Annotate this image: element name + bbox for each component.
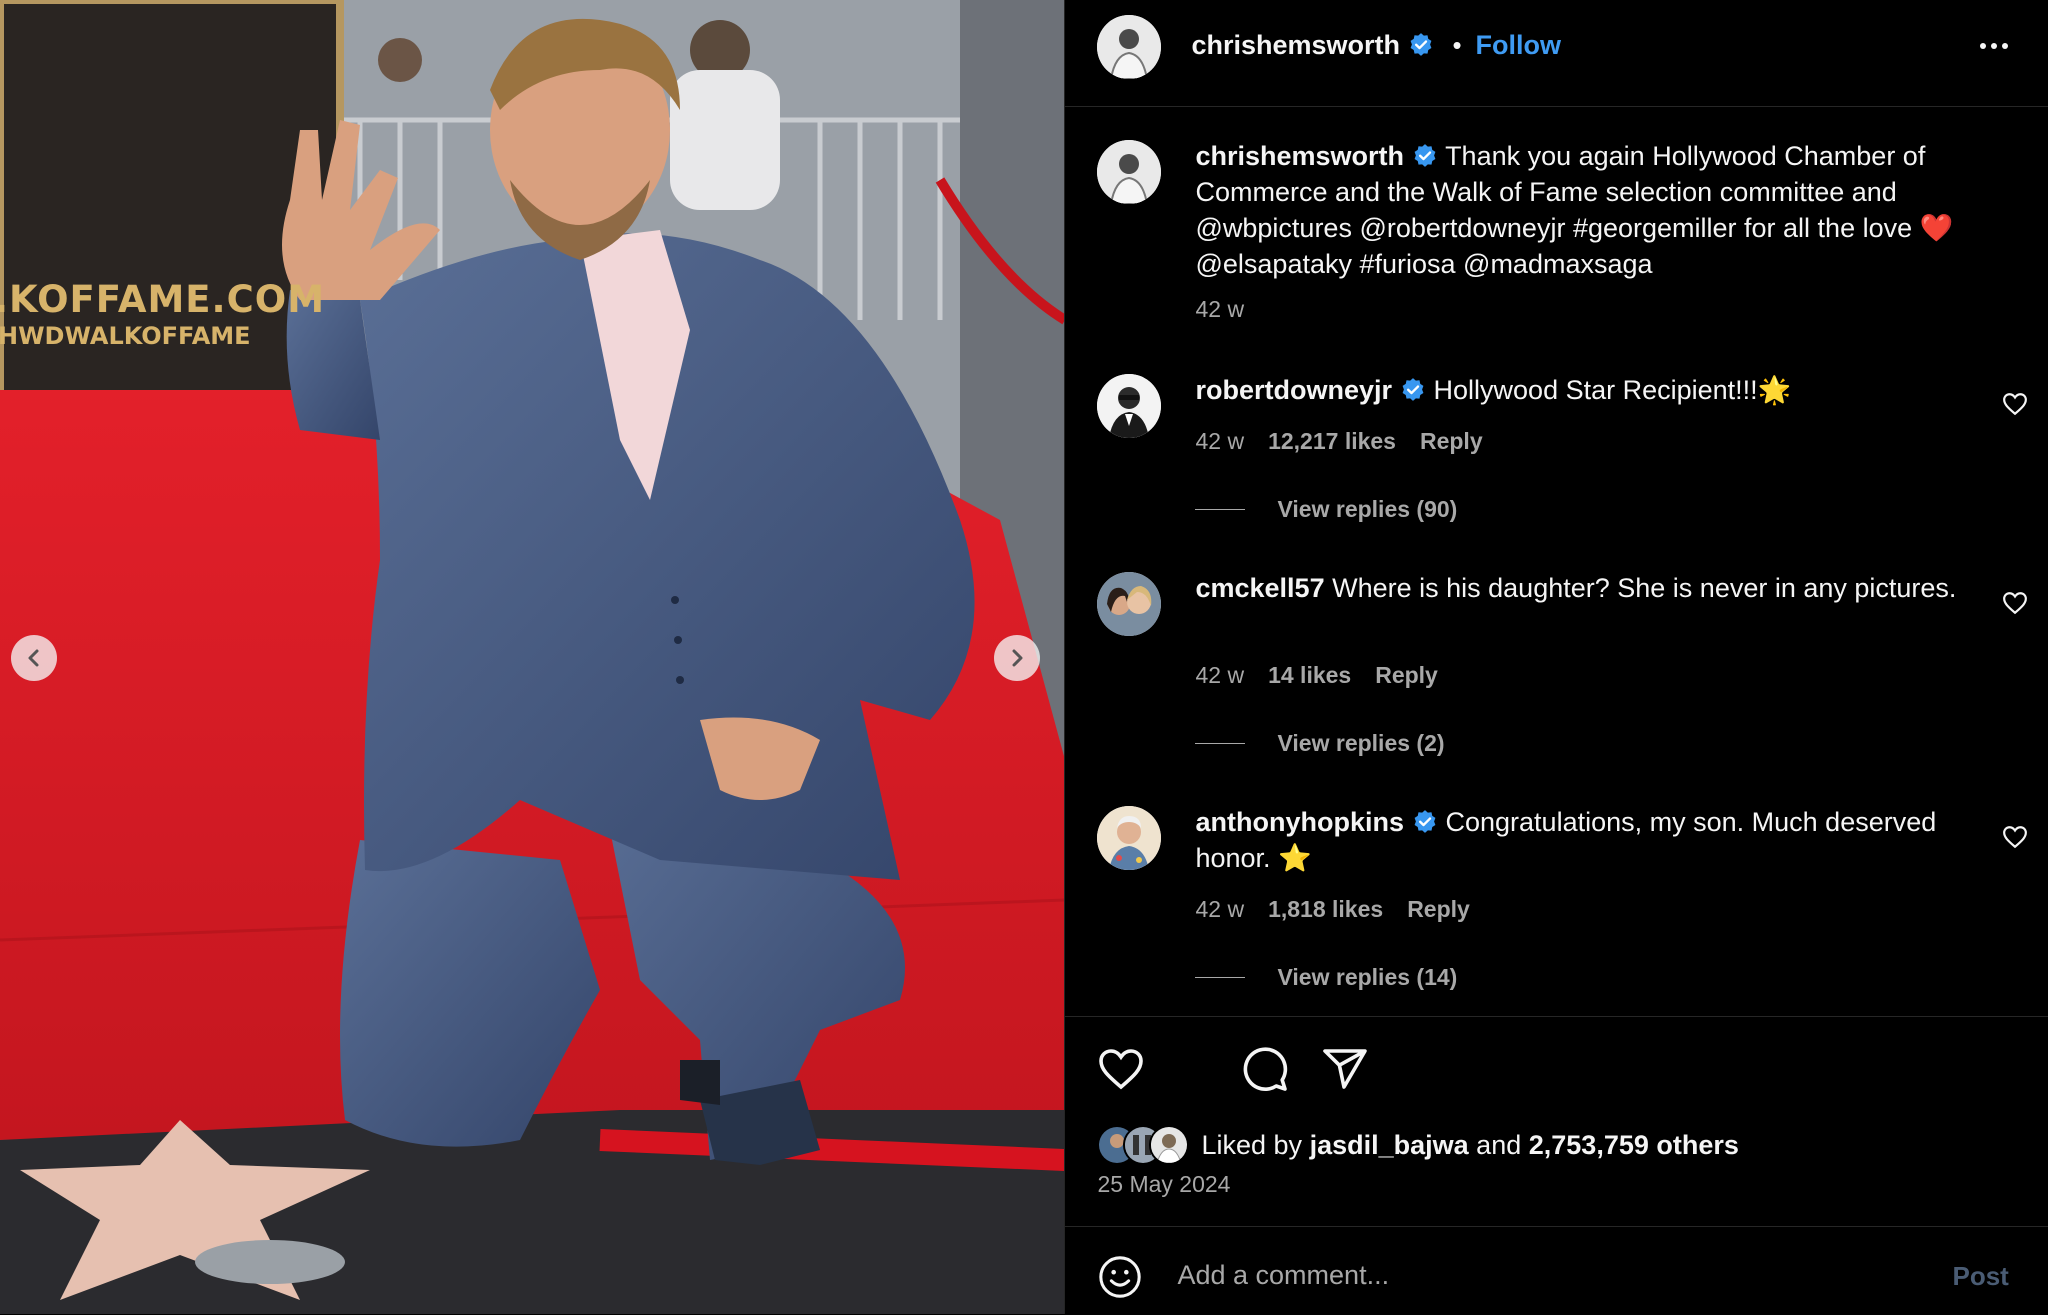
comment-time: 42 w — [1195, 662, 1245, 688]
comment-avatar-anthonyhopkins[interactable] — [1097, 806, 1162, 870]
comment-username[interactable]: robertdowneyjr — [1195, 375, 1392, 405]
liked-by-prefix: Liked by — [1201, 1129, 1303, 1160]
chevron-left-icon — [28, 649, 39, 667]
add-comment-bar: Post — [1065, 1226, 2048, 1315]
view-replies-button[interactable]: View replies (90) — [1195, 496, 1457, 523]
caption-time: 42 w — [1195, 296, 1245, 322]
instagram-post-modal: .KOFFAME.COM HWDWALKOFFAME chrishemswort… — [0, 0, 2048, 1314]
view-replies-label: View replies (2) — [1277, 730, 1445, 756]
author-username: chrishemsworth — [1191, 30, 1401, 60]
comment-text-block: robertdowneyjr Hollywood Star Recipient!… — [1195, 372, 1965, 408]
comment-meta: 42 w 12,217 likes Reply — [1195, 428, 1482, 455]
view-replies-button[interactable]: View replies (14) — [1195, 964, 1457, 991]
comment-reply-button[interactable]: Reply — [1375, 662, 1438, 689]
liked-by-and: and — [1476, 1129, 1522, 1160]
comment-likes[interactable]: 14 likes — [1268, 662, 1351, 689]
comment-meta: 42 w 1,818 likes Reply — [1195, 896, 1469, 923]
liked-by-user[interactable]: jasdil_bajwa — [1310, 1130, 1469, 1160]
post-header: chrishemsworth • Follow — [1065, 0, 2048, 107]
verified-badge-icon — [1414, 144, 1436, 167]
caption-username[interactable]: chrishemsworth — [1195, 141, 1404, 171]
comment-likes[interactable]: 1,818 likes — [1268, 896, 1383, 923]
view-replies-label: View replies (90) — [1277, 496, 1458, 522]
photo-illustration — [0, 0, 1065, 1314]
comment-text: Where is his daughter? She is never in a… — [1332, 573, 1957, 603]
author-avatar[interactable] — [1097, 15, 1162, 79]
comment-text-block: anthonyhopkins Congratulations, my son. … — [1195, 804, 1965, 876]
post-sidebar: chrishemsworth • Follow chrishemsworth T… — [1064, 0, 2048, 1314]
comment-avatar-cmckell57[interactable] — [1097, 572, 1162, 636]
author-username-link[interactable]: chrishemsworth — [1191, 30, 1434, 61]
comment-username[interactable]: cmckell57 — [1195, 573, 1324, 603]
comment-text-block: cmckell57 Where is his daughter? She is … — [1195, 570, 1965, 606]
verified-badge-icon — [1414, 810, 1436, 833]
comment-avatar-robertdowneyjr[interactable] — [1097, 374, 1162, 438]
verified-badge-icon — [1410, 33, 1432, 56]
header-separator: • — [1452, 30, 1462, 60]
heart-icon[interactable] — [2002, 825, 2028, 849]
sign-text-walkoffame: .KOFFAME.COM — [0, 278, 326, 321]
share-button[interactable] — [1321, 1045, 1369, 1093]
replies-line — [1195, 743, 1246, 744]
post-date[interactable]: 25 May 2024 — [1097, 1171, 1230, 1198]
liked-by-text: Liked by jasdil_bajwa and 2,753,759 othe… — [1201, 1130, 1738, 1161]
comment-username[interactable]: anthonyhopkins — [1195, 807, 1404, 837]
comment-reply-button[interactable]: Reply — [1420, 428, 1483, 455]
liked-by: Liked by jasdil_bajwa and 2,753,759 othe… — [1097, 1125, 1739, 1165]
post-photo: .KOFFAME.COM HWDWALKOFFAME — [0, 0, 1065, 1314]
comment-time: 42 w — [1195, 896, 1245, 922]
comment-text: Hollywood Star Recipient!!!🌟 — [1433, 375, 1792, 405]
follow-button[interactable]: Follow — [1475, 30, 1560, 61]
replies-line — [1195, 509, 1246, 510]
comment-input[interactable] — [1175, 1249, 1880, 1301]
carousel-prev-button[interactable] — [11, 635, 57, 681]
verified-badge-icon — [1402, 378, 1424, 401]
heart-icon[interactable] — [2002, 392, 2028, 416]
comment-button[interactable] — [1241, 1045, 1289, 1093]
sign-text-hashtag: HWDWALKOFFAME — [0, 322, 251, 350]
caption-text-block: chrishemsworth Thank you again Hollywood… — [1195, 138, 1965, 282]
liked-by-avatars — [1097, 1125, 1197, 1165]
like-button[interactable] — [1097, 1045, 1145, 1093]
caption-avatar[interactable] — [1097, 140, 1162, 204]
liked-by-others[interactable]: 2,753,759 others — [1529, 1130, 1739, 1160]
view-replies-button[interactable]: View replies (2) — [1195, 730, 1445, 757]
more-options-button[interactable] — [1980, 40, 2020, 52]
comment-time: 42 w — [1195, 428, 1245, 454]
post-actions: Liked by jasdil_bajwa and 2,753,759 othe… — [1065, 1016, 2048, 1227]
post-comment-button[interactable]: Post — [1952, 1261, 2008, 1292]
chevron-right-icon — [1012, 649, 1023, 667]
comments-list: chrishemsworth Thank you again Hollywood… — [1065, 106, 2048, 1016]
replies-line — [1195, 977, 1246, 978]
liker-avatar — [1149, 1125, 1190, 1165]
carousel-next-button[interactable] — [994, 635, 1040, 681]
emoji-icon[interactable] — [1097, 1254, 1143, 1300]
comment-meta: 42 w 14 likes Reply — [1195, 662, 1437, 689]
caption-meta: 42 w — [1195, 296, 1244, 323]
comment-reply-button[interactable]: Reply — [1407, 896, 1470, 923]
view-replies-label: View replies (14) — [1277, 964, 1458, 990]
heart-icon[interactable] — [2002, 591, 2028, 615]
comment-likes[interactable]: 12,217 likes — [1268, 428, 1396, 455]
